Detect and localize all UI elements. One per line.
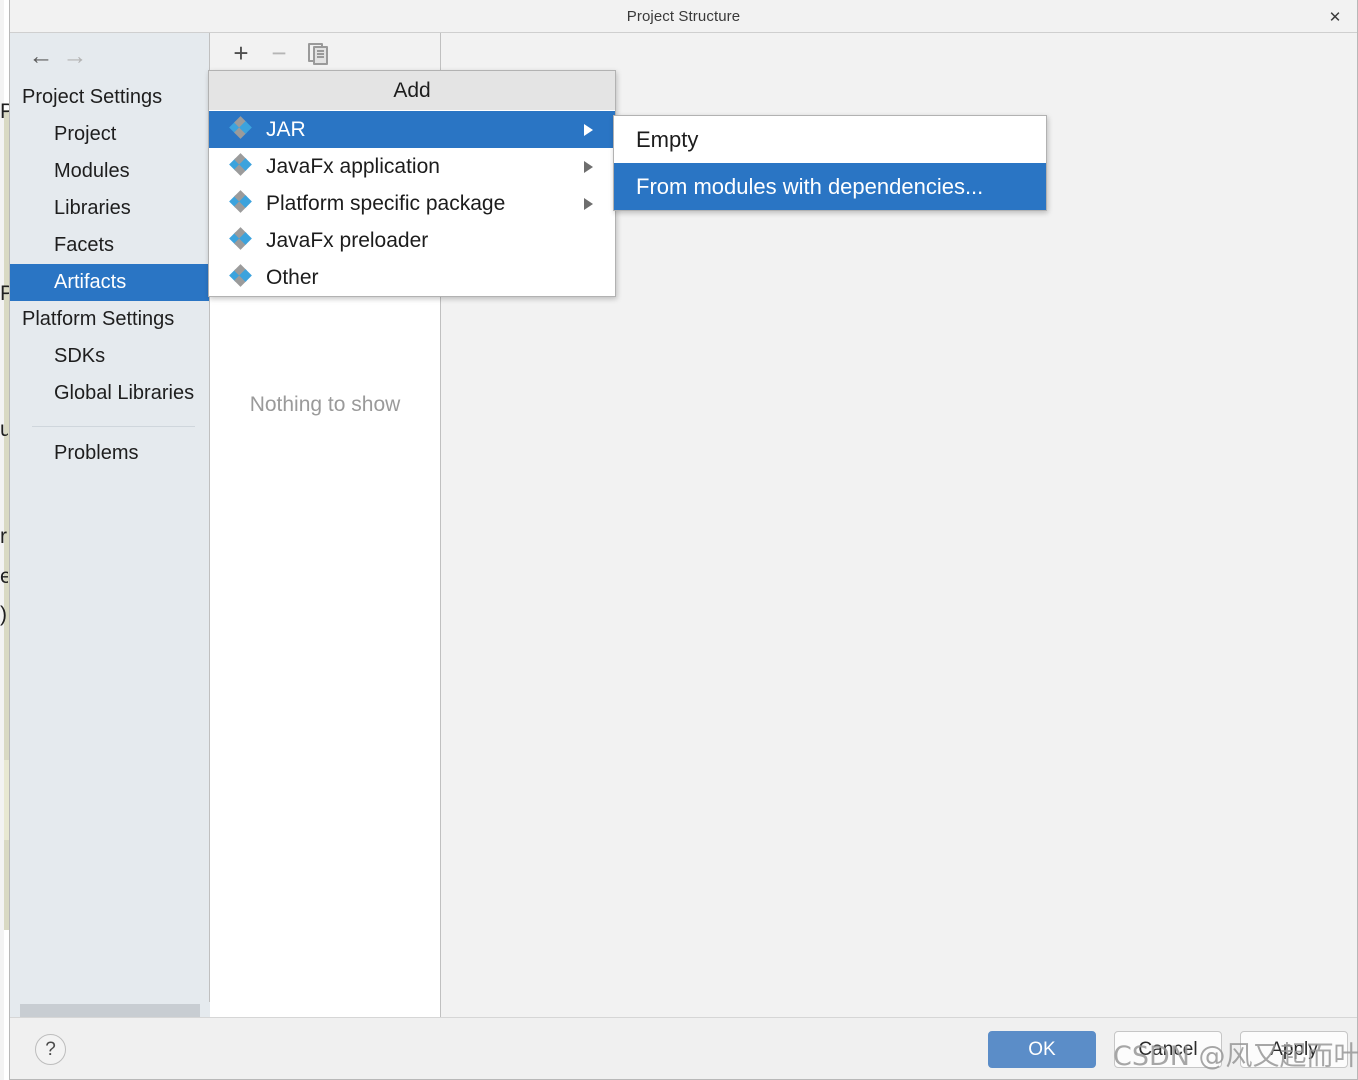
dialog-footer: ? OK Cancel Apply [10,1017,1357,1079]
add-artifact-menu: Add JAR JavaFx application Platform spec… [208,70,616,297]
ok-button[interactable]: OK [988,1031,1096,1068]
menu-item-label: Other [266,265,319,289]
cancel-button[interactable]: Cancel [1114,1031,1222,1068]
remove-artifact-button[interactable]: − [260,38,298,68]
sidebar-item-global-libraries[interactable]: Global Libraries [10,375,209,412]
menu-title: Add [209,71,615,111]
minus-icon: − [271,37,287,68]
menu-item-label: JavaFx application [266,154,440,178]
menu-item-label: JAR [266,117,306,141]
settings-sidebar: ← → Project Settings Project Modules Lib… [10,33,210,1018]
sidebar-item-libraries[interactable]: Libraries [10,190,209,227]
copy-icon [308,43,328,65]
diamond-cluster-icon [229,116,252,139]
copy-icon-front-sheet [313,46,328,65]
sidebar-item-sdks[interactable]: SDKs [10,338,209,375]
arrow-right-icon[interactable]: → [58,41,92,71]
menu-item-javafx-preloader[interactable]: JavaFx preloader [209,222,615,259]
submenu-item-from-modules-with-dependencies[interactable]: From modules with dependencies... [614,163,1046,210]
background-glyph-2: P [0,282,9,305]
empty-state-text: Nothing to show [249,393,401,416]
chevron-right-icon [584,197,593,210]
tree-group-platform-settings: Platform Settings [22,308,175,330]
close-icon[interactable]: ✕ [1321,6,1349,28]
submenu-item-empty[interactable]: Empty [614,116,1046,163]
sidebar-item-project[interactable]: Project [10,116,209,153]
background-glyph-3: u [0,418,8,441]
plus-icon: + [233,37,249,68]
menu-item-label: Platform specific package [266,191,506,215]
screen-root: P P u r e ) Project Structure ✕ ← → Proj… [0,0,1358,1080]
tree-group-project-settings: Project Settings [22,86,163,108]
diamond-cluster-icon [229,227,252,250]
background-glyph-6: ) [0,603,7,626]
footer-button-group: OK Cancel Apply [988,1031,1348,1068]
copy-artifact-button[interactable] [298,38,336,68]
jar-submenu: Empty From modules with dependencies... [613,115,1047,211]
question-mark-icon[interactable]: ? [35,1034,66,1065]
add-artifact-button[interactable]: + [222,38,260,68]
menu-item-jar[interactable]: JAR [209,111,615,148]
menu-item-javafx-application[interactable]: JavaFx application [209,148,615,185]
background-glyph-4: r [0,525,7,548]
settings-tree: Project Settings Project Modules Librari… [10,79,209,1018]
diamond-cluster-icon [229,153,252,176]
menu-item-label: JavaFx preloader [266,228,429,252]
sidebar-item-artifacts[interactable]: Artifacts [10,264,209,301]
diamond-cluster-icon [229,190,252,213]
diamond-cluster-icon [229,264,252,287]
background-glyph-5: e [0,565,8,588]
menu-item-platform-specific-package[interactable]: Platform specific package [209,185,615,222]
arrow-left-icon[interactable]: ← [24,41,58,71]
sidebar-navbar: ← → [10,33,209,79]
sidebar-item-modules[interactable]: Modules [10,153,209,190]
chevron-right-icon [584,123,593,136]
sidebar-item-facets[interactable]: Facets [10,227,209,264]
chevron-right-icon [584,160,593,173]
background-glyph-1: P [0,100,9,123]
apply-button[interactable]: Apply [1240,1031,1348,1068]
dialog-title: Project Structure [626,8,741,25]
artifacts-toolbar: + − [210,33,440,73]
scrollbar-thumb[interactable] [20,1004,200,1017]
sidebar-horizontal-scrollbar[interactable] [10,1002,210,1018]
dialog-titlebar: Project Structure ✕ [10,0,1357,33]
sidebar-item-problems[interactable]: Problems [10,427,209,472]
menu-item-other[interactable]: Other [209,259,615,296]
